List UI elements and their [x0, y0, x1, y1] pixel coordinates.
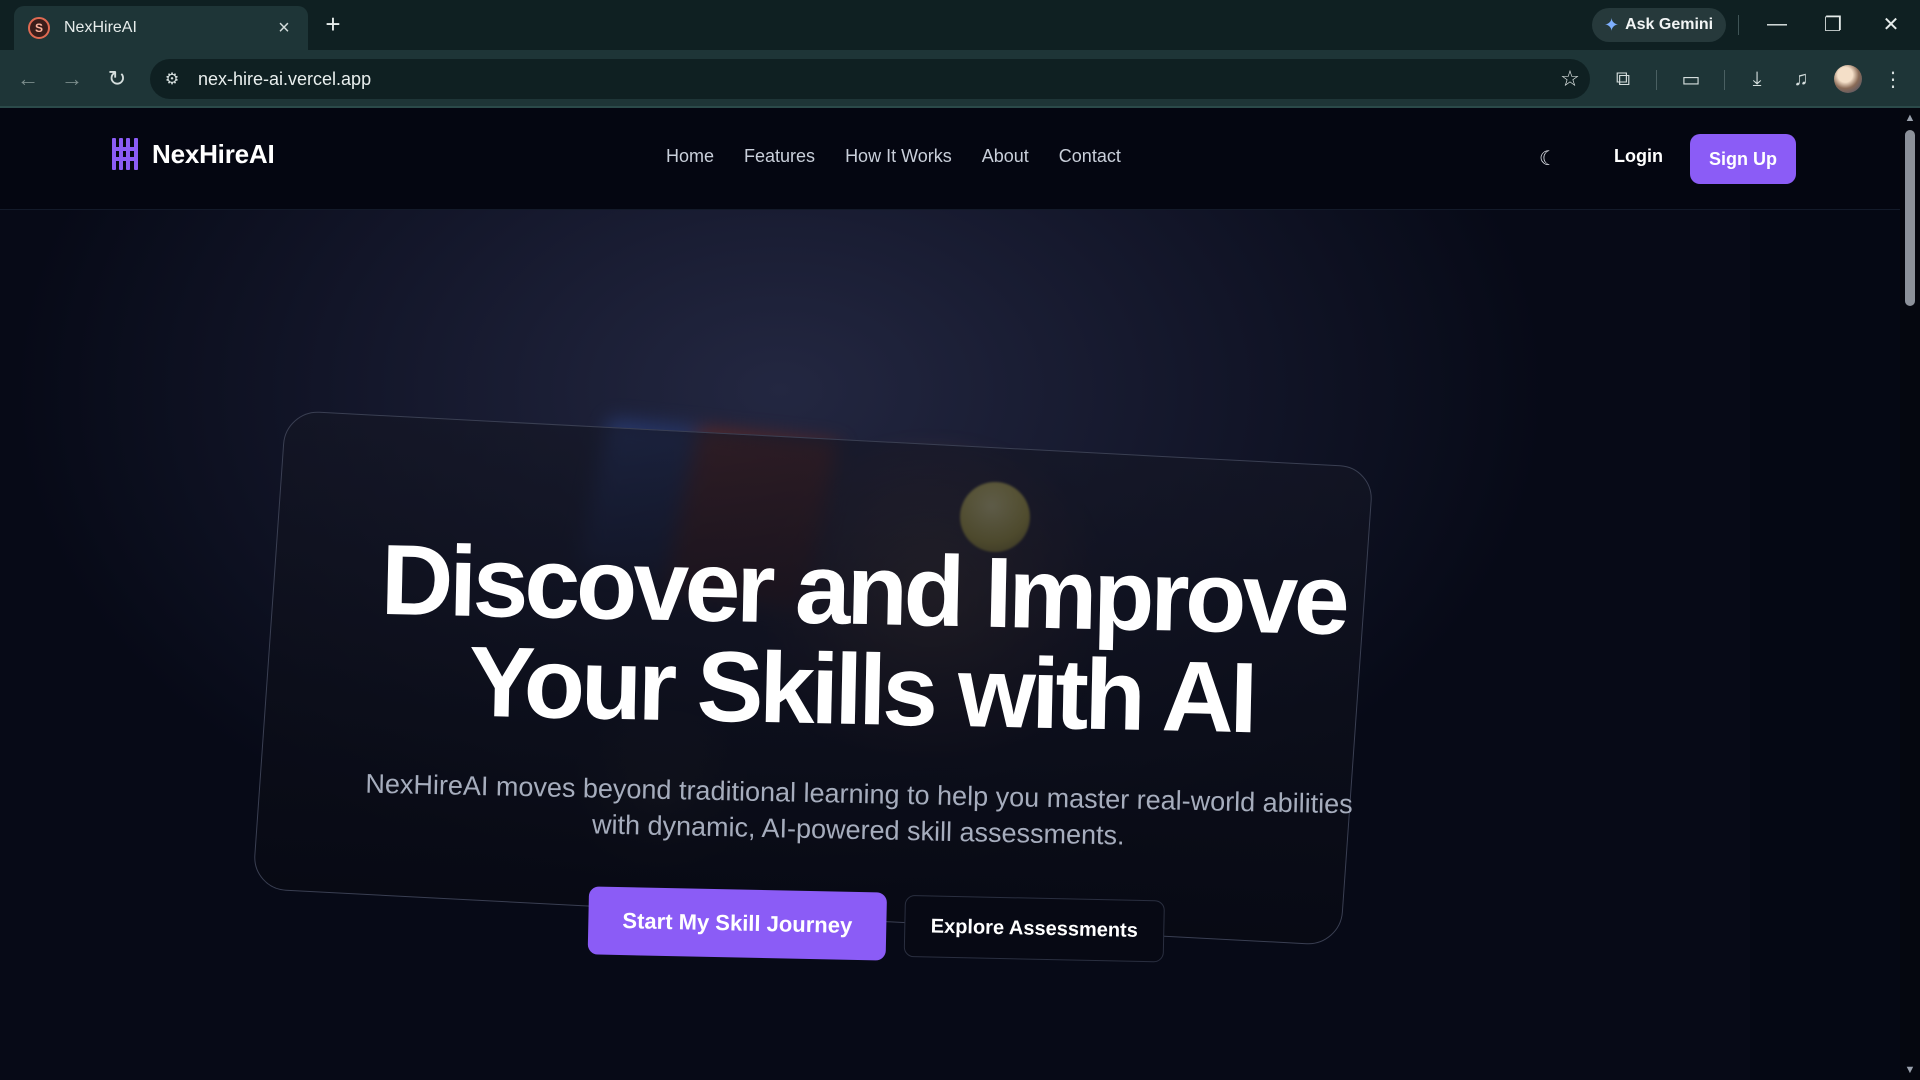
nav-link-home[interactable]: Home: [666, 146, 714, 167]
browser-tabstrip: S NexHireAI × + ✦ Ask Gemini — ❐ ✕: [0, 0, 1920, 50]
nav-link-how-it-works[interactable]: How It Works: [845, 146, 952, 167]
hero-subtitle-line-1: NexHireAI moves beyond traditional learn…: [365, 768, 1354, 820]
hero-subtitle: NexHireAI moves beyond traditional learn…: [268, 764, 1449, 861]
site-info-icon[interactable]: ⚙: [156, 63, 188, 95]
scroll-down-arrow-icon[interactable]: ▼: [1904, 1064, 1916, 1076]
browser-tab-active[interactable]: S NexHireAI ×: [14, 6, 308, 50]
bookmark-star-icon[interactable]: ☆: [1550, 66, 1590, 92]
site-favicon-icon: S: [28, 17, 50, 39]
nav-link-contact[interactable]: Contact: [1059, 146, 1121, 167]
login-button[interactable]: Login: [1614, 146, 1663, 167]
hero-subtitle-line-2: with dynamic, AI-powered skill assessmen…: [591, 809, 1125, 851]
toolbar-divider: [1724, 70, 1725, 90]
sign-up-button[interactable]: Sign Up: [1690, 134, 1796, 184]
hero-headline: Discover and Improve Your Skills with AI: [270, 524, 1454, 755]
reload-button[interactable]: ↻: [101, 63, 133, 95]
ask-gemini-label: Ask Gemini: [1625, 16, 1714, 33]
tab-close-icon[interactable]: ×: [272, 17, 296, 40]
new-tab-button[interactable]: +: [318, 10, 348, 40]
nav-link-about[interactable]: About: [982, 146, 1029, 167]
browser-menu-icon[interactable]: ⋮: [1876, 63, 1910, 95]
minimize-window-button[interactable]: —: [1752, 6, 1802, 42]
site-header: NexHireAI Home Features How It Works Abo…: [0, 108, 1900, 210]
page-scrollbar[interactable]: ▲ ▼: [1900, 108, 1920, 1080]
extensions-icon[interactable]: ⧉: [1606, 63, 1640, 95]
nav-link-features[interactable]: Features: [744, 146, 815, 167]
page-viewport: NexHireAI Home Features How It Works Abo…: [0, 108, 1900, 1080]
profile-avatar[interactable]: [1834, 65, 1862, 93]
toolbar-divider: [1656, 70, 1657, 90]
hero-headline-line-2: Your Skills with AI: [467, 625, 1255, 755]
tab-title: NexHireAI: [64, 19, 137, 36]
hero-section: Discover and Improve Your Skills with AI…: [0, 210, 1750, 1080]
url-text[interactable]: nex-hire-ai.vercel.app: [198, 69, 1550, 90]
forward-button[interactable]: →: [56, 63, 88, 95]
download-icon[interactable]: ⤓: [1740, 63, 1774, 95]
media-control-icon[interactable]: ♫: [1784, 63, 1818, 95]
ask-gemini-button[interactable]: ✦ Ask Gemini: [1592, 8, 1726, 42]
back-button[interactable]: ←: [12, 63, 44, 95]
browser-toolbar: ← → ↻ ⚙ nex-hire-ai.vercel.app ☆ ⧉ ▭ ⤓ ♫…: [0, 50, 1920, 108]
main-nav: Home Features How It Works About Contact: [666, 146, 1151, 167]
scrollbar-thumb[interactable]: [1905, 130, 1915, 306]
explore-assessments-button[interactable]: Explore Assessments: [903, 894, 1165, 963]
hero-content: Discover and Improve Your Skills with AI…: [266, 524, 1455, 973]
tabstrip-divider: [1738, 15, 1739, 35]
address-bar[interactable]: ⚙ nex-hire-ai.vercel.app ☆: [150, 59, 1590, 99]
scroll-up-arrow-icon[interactable]: ▲: [1904, 112, 1916, 124]
site-logo[interactable]: NexHireAI: [112, 138, 275, 170]
cast-search-icon[interactable]: ▭: [1674, 63, 1708, 95]
moon-icon[interactable]: ☾: [1536, 146, 1560, 170]
close-window-button[interactable]: ✕: [1866, 6, 1916, 42]
gemini-sparkle-icon: ✦: [1604, 14, 1620, 35]
logo-grid-icon: [112, 138, 138, 170]
start-skill-journey-button[interactable]: Start My Skill Journey: [587, 886, 888, 961]
logo-text: NexHireAI: [152, 138, 275, 169]
restore-window-button[interactable]: ❐: [1808, 6, 1858, 42]
hero-cta-row: Start My Skill Journey Explore Assessmen…: [266, 880, 1447, 973]
page-background-right: [1750, 210, 1900, 1080]
